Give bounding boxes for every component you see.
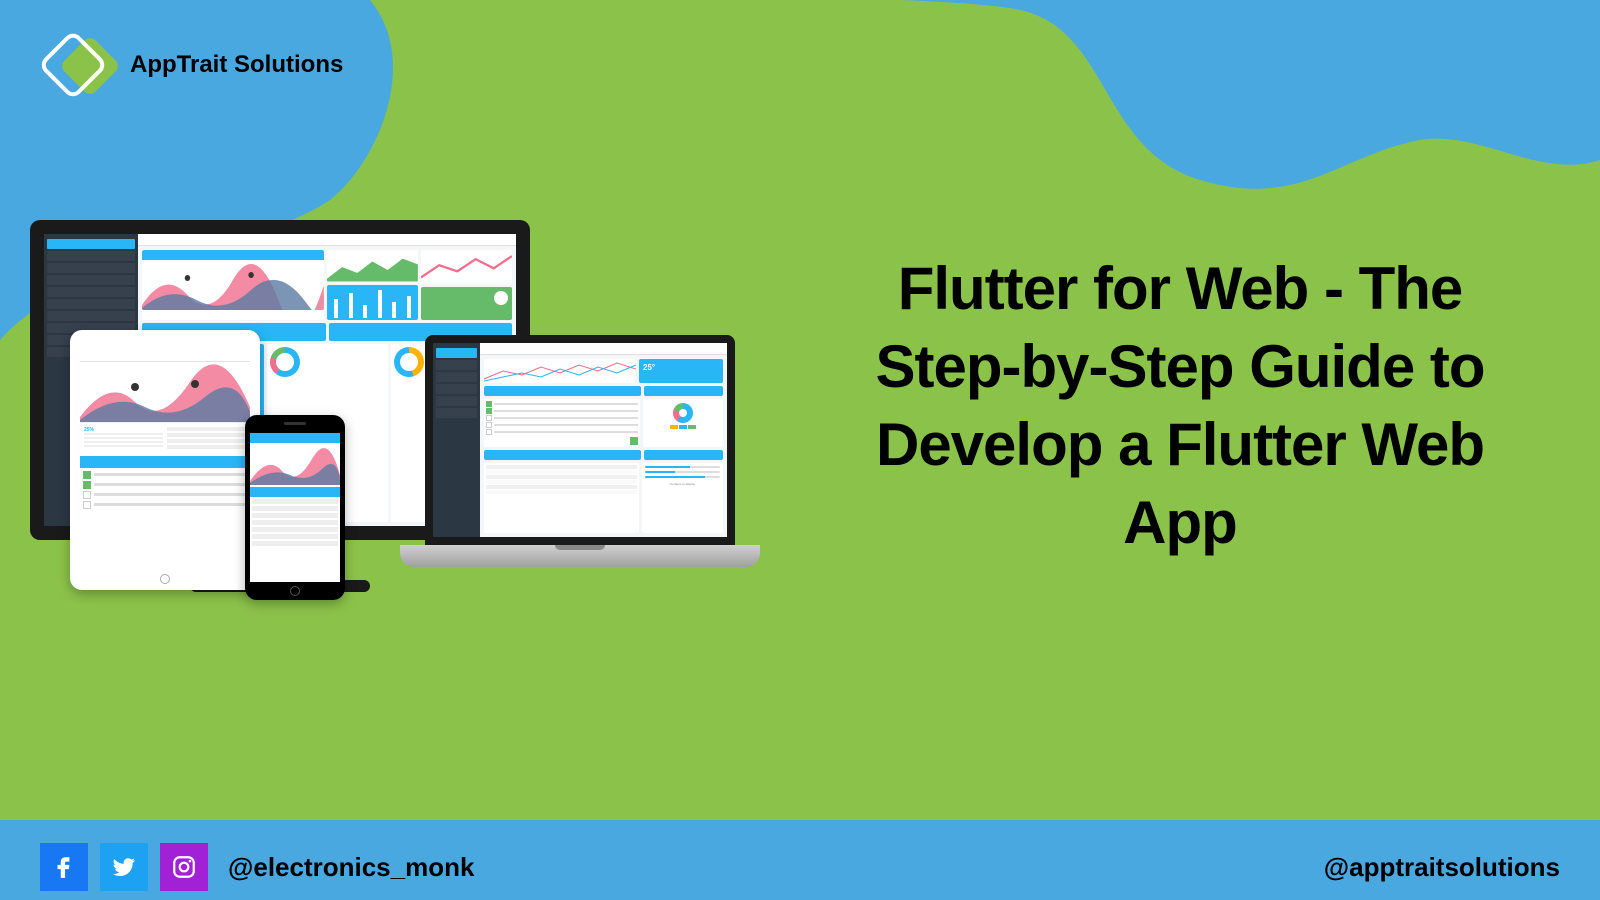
- laptop-sidebar: [433, 343, 480, 537]
- tablet-mockup: 25%: [70, 330, 260, 590]
- phone-mockup: [245, 415, 345, 600]
- page-title: Flutter for Web - The Step-by-Step Guide…: [840, 250, 1520, 562]
- right-handle: @apptraitsolutions: [1324, 852, 1560, 883]
- instagram-icon[interactable]: [160, 843, 208, 891]
- header: AppTrait Solutions: [40, 30, 343, 100]
- device-mockups: 25%: [30, 220, 750, 640]
- brand-name: AppTrait Solutions: [130, 51, 343, 79]
- laptop-topbar: [480, 343, 727, 355]
- facebook-icon[interactable]: [40, 843, 88, 891]
- weather-card: 25°: [639, 359, 723, 383]
- twitter-icon[interactable]: [100, 843, 148, 891]
- laptop-mockup: 25°: [400, 335, 760, 567]
- left-handle: @electronics_monk: [228, 852, 474, 883]
- logo: [40, 30, 110, 100]
- monitor-topbar: [138, 234, 516, 246]
- footer: @electronics_monk @apptraitsolutions: [0, 834, 1600, 900]
